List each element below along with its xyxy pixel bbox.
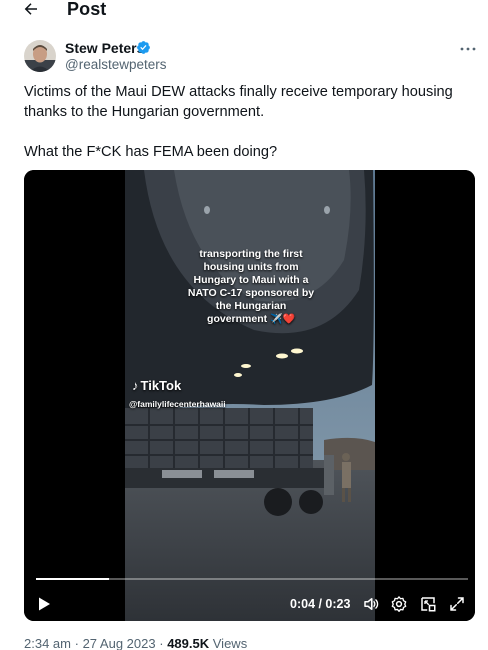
fullscreen-icon <box>450 597 464 611</box>
author-name[interactable]: Stew Peters <box>65 40 144 56</box>
settings-icon <box>391 596 407 612</box>
tiktok-handle: @familylifecenterhawaii <box>129 399 226 409</box>
caption-line: government ✈️❤️ <box>186 313 316 326</box>
more-button[interactable] <box>459 42 477 52</box>
video-frame <box>24 170 475 621</box>
verified-badge-icon <box>136 40 151 55</box>
arrow-left-icon <box>24 3 37 15</box>
meta-separator: · <box>159 636 164 650</box>
tweet-text-line1: Victims of the Maui DEW attacks finally … <box>24 84 453 120</box>
tweet-time[interactable]: 2:34 am <box>24 636 71 650</box>
tweet-text-line2: What the F*CK has FEMA been doing? <box>24 144 278 160</box>
play-button[interactable] <box>36 596 52 612</box>
caption-line: transporting the first <box>199 248 303 260</box>
tweet-date[interactable]: 27 Aug 2023 <box>83 636 156 650</box>
video-progress-bar[interactable] <box>36 578 468 580</box>
author-handle[interactable]: @realstewpeters <box>65 57 167 72</box>
tweet-text: Victims of the Maui DEW attacks finally … <box>24 82 464 162</box>
volume-button[interactable] <box>362 595 380 613</box>
page-title: Post <box>67 0 107 19</box>
meta-separator: · <box>74 636 79 650</box>
caption-line: the Hungarian <box>215 300 287 312</box>
tiktok-watermark: ♪ TikTok <box>132 378 181 393</box>
top-bar: Post <box>0 0 488 22</box>
caption-line: Hungary to Maui with a <box>193 274 309 286</box>
views-label: Views <box>212 636 248 650</box>
video-caption: transporting the first housing units fro… <box>186 248 316 326</box>
tiktok-brand: TikTok <box>140 378 182 393</box>
tweet-meta: 2:34 am · 27 Aug 2023 · 489.5K Views <box>24 636 247 650</box>
video-time: 0:04 / 0:23 <box>290 597 351 611</box>
caption-line: NATO C-17 sponsored by <box>187 287 315 299</box>
pip-icon <box>421 597 436 612</box>
video-player[interactable]: transporting the first housing units fro… <box>24 170 475 621</box>
settings-button[interactable] <box>390 595 408 613</box>
more-horizontal-icon <box>460 47 476 51</box>
back-button[interactable] <box>22 0 44 20</box>
video-progress-fill <box>36 578 110 580</box>
fullscreen-button[interactable] <box>448 595 466 613</box>
volume-icon <box>364 598 379 610</box>
caption-emoji: ✈️❤️ <box>270 314 295 325</box>
avatar[interactable] <box>24 40 56 72</box>
tiktok-logo-icon: ♪ <box>132 378 139 393</box>
views-count: 489.5K <box>167 636 210 650</box>
caption-line-text: government <box>207 313 268 325</box>
caption-line: housing units from <box>203 261 299 273</box>
play-icon <box>39 597 50 611</box>
pip-button[interactable] <box>419 595 437 613</box>
